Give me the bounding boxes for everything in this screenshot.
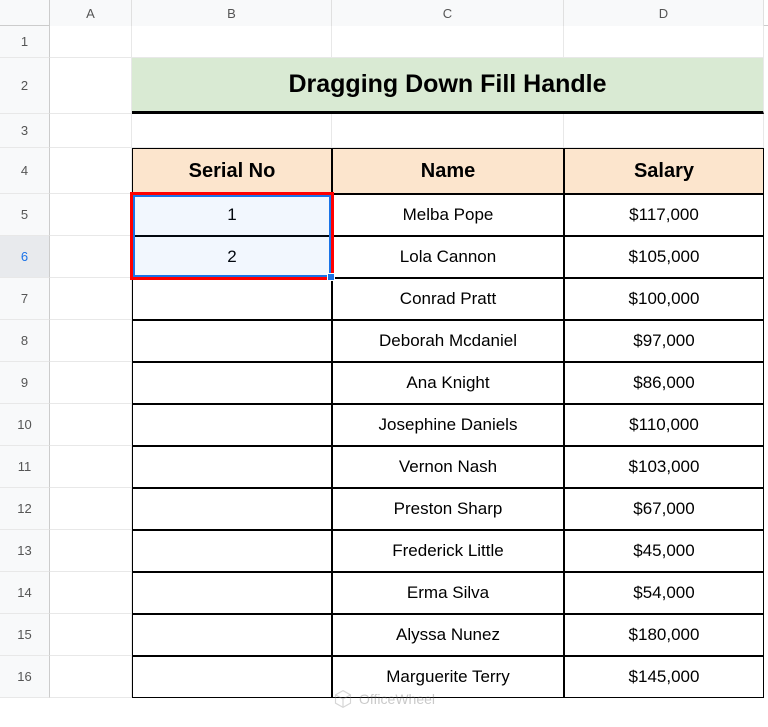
cell[interactable] — [50, 320, 132, 362]
serial-cell[interactable] — [132, 614, 332, 656]
row-header[interactable]: 1 — [0, 26, 50, 58]
salary-cell[interactable]: $97,000 — [564, 320, 764, 362]
salary-cell[interactable]: $105,000 — [564, 236, 764, 278]
name-cell[interactable]: Lola Cannon — [332, 236, 564, 278]
serial-cell[interactable] — [132, 488, 332, 530]
cell[interactable] — [50, 26, 132, 58]
cell[interactable] — [50, 58, 132, 114]
header-name[interactable]: Name — [332, 148, 564, 194]
salary-cell[interactable]: $67,000 — [564, 488, 764, 530]
logo-icon — [333, 689, 353, 709]
name-cell[interactable]: Josephine Daniels — [332, 404, 564, 446]
row-header[interactable]: 11 — [0, 446, 50, 488]
watermark-text: OfficeWheel — [359, 691, 435, 707]
salary-cell[interactable]: $100,000 — [564, 278, 764, 320]
cell[interactable] — [132, 114, 332, 148]
serial-cell[interactable] — [132, 278, 332, 320]
header-serial[interactable]: Serial No — [132, 148, 332, 194]
fill-handle[interactable] — [327, 273, 335, 281]
cell[interactable] — [50, 278, 132, 320]
salary-cell[interactable]: $180,000 — [564, 614, 764, 656]
row-headers: 1 2 3 4 5 6 7 8 9 10 11 12 13 14 15 16 — [0, 26, 50, 698]
row-header[interactable]: 4 — [0, 148, 50, 194]
row-header[interactable]: 6 — [0, 236, 50, 278]
col-header-d[interactable]: D — [564, 0, 764, 26]
name-cell[interactable]: Alyssa Nunez — [332, 614, 564, 656]
name-cell[interactable]: Melba Pope — [332, 194, 564, 236]
serial-cell[interactable] — [132, 572, 332, 614]
salary-cell[interactable]: $145,000 — [564, 656, 764, 698]
salary-cell[interactable]: $117,000 — [564, 194, 764, 236]
serial-cell[interactable]: 1 — [132, 194, 332, 236]
salary-cell[interactable]: $103,000 — [564, 446, 764, 488]
row-header[interactable]: 13 — [0, 530, 50, 572]
name-cell[interactable]: Preston Sharp — [332, 488, 564, 530]
cell[interactable] — [50, 572, 132, 614]
name-cell[interactable]: Frederick Little — [332, 530, 564, 572]
cell[interactable] — [50, 194, 132, 236]
select-all-corner[interactable] — [0, 0, 50, 26]
row-header[interactable]: 8 — [0, 320, 50, 362]
cell[interactable] — [50, 148, 132, 194]
salary-cell[interactable]: $54,000 — [564, 572, 764, 614]
serial-cell[interactable] — [132, 446, 332, 488]
cell[interactable] — [132, 26, 332, 58]
serial-cell[interactable] — [132, 362, 332, 404]
cell[interactable] — [332, 26, 564, 58]
cell[interactable] — [50, 488, 132, 530]
cell[interactable] — [50, 362, 132, 404]
name-cell[interactable]: Ana Knight — [332, 362, 564, 404]
name-cell[interactable]: Conrad Pratt — [332, 278, 564, 320]
title-cell[interactable]: Dragging Down Fill Handle — [132, 58, 764, 114]
salary-cell[interactable]: $110,000 — [564, 404, 764, 446]
column-headers: A B C D — [0, 0, 768, 26]
spreadsheet: A B C D 1 2 3 4 5 6 7 8 9 10 11 12 13 14… — [0, 0, 768, 727]
cell[interactable] — [50, 114, 132, 148]
serial-cell[interactable]: 2 — [132, 236, 332, 278]
serial-cell[interactable] — [132, 530, 332, 572]
header-salary[interactable]: Salary — [564, 148, 764, 194]
col-header-a[interactable]: A — [50, 0, 132, 26]
name-cell[interactable]: Deborah Mcdaniel — [332, 320, 564, 362]
row-header[interactable]: 12 — [0, 488, 50, 530]
row-header[interactable]: 16 — [0, 656, 50, 698]
cell[interactable] — [564, 26, 764, 58]
cell[interactable] — [332, 114, 564, 148]
cell[interactable] — [50, 404, 132, 446]
cell[interactable] — [50, 656, 132, 698]
cell[interactable] — [50, 614, 132, 656]
row-header[interactable]: 9 — [0, 362, 50, 404]
cell-grid[interactable]: Dragging Down Fill Handle Serial No Name… — [50, 26, 764, 698]
col-header-b[interactable]: B — [132, 0, 332, 26]
cell[interactable] — [50, 236, 132, 278]
serial-cell[interactable] — [132, 656, 332, 698]
cell[interactable] — [564, 114, 764, 148]
row-header[interactable]: 3 — [0, 114, 50, 148]
serial-cell[interactable] — [132, 320, 332, 362]
name-cell[interactable]: Vernon Nash — [332, 446, 564, 488]
row-header[interactable]: 15 — [0, 614, 50, 656]
row-header[interactable]: 10 — [0, 404, 50, 446]
watermark: OfficeWheel — [333, 689, 435, 709]
salary-cell[interactable]: $86,000 — [564, 362, 764, 404]
row-header[interactable]: 5 — [0, 194, 50, 236]
row-header[interactable]: 7 — [0, 278, 50, 320]
serial-cell[interactable] — [132, 404, 332, 446]
cell[interactable] — [50, 530, 132, 572]
cell[interactable] — [50, 446, 132, 488]
name-cell[interactable]: Erma Silva — [332, 572, 564, 614]
row-header[interactable]: 2 — [0, 58, 50, 114]
salary-cell[interactable]: $45,000 — [564, 530, 764, 572]
row-header[interactable]: 14 — [0, 572, 50, 614]
col-header-c[interactable]: C — [332, 0, 564, 26]
